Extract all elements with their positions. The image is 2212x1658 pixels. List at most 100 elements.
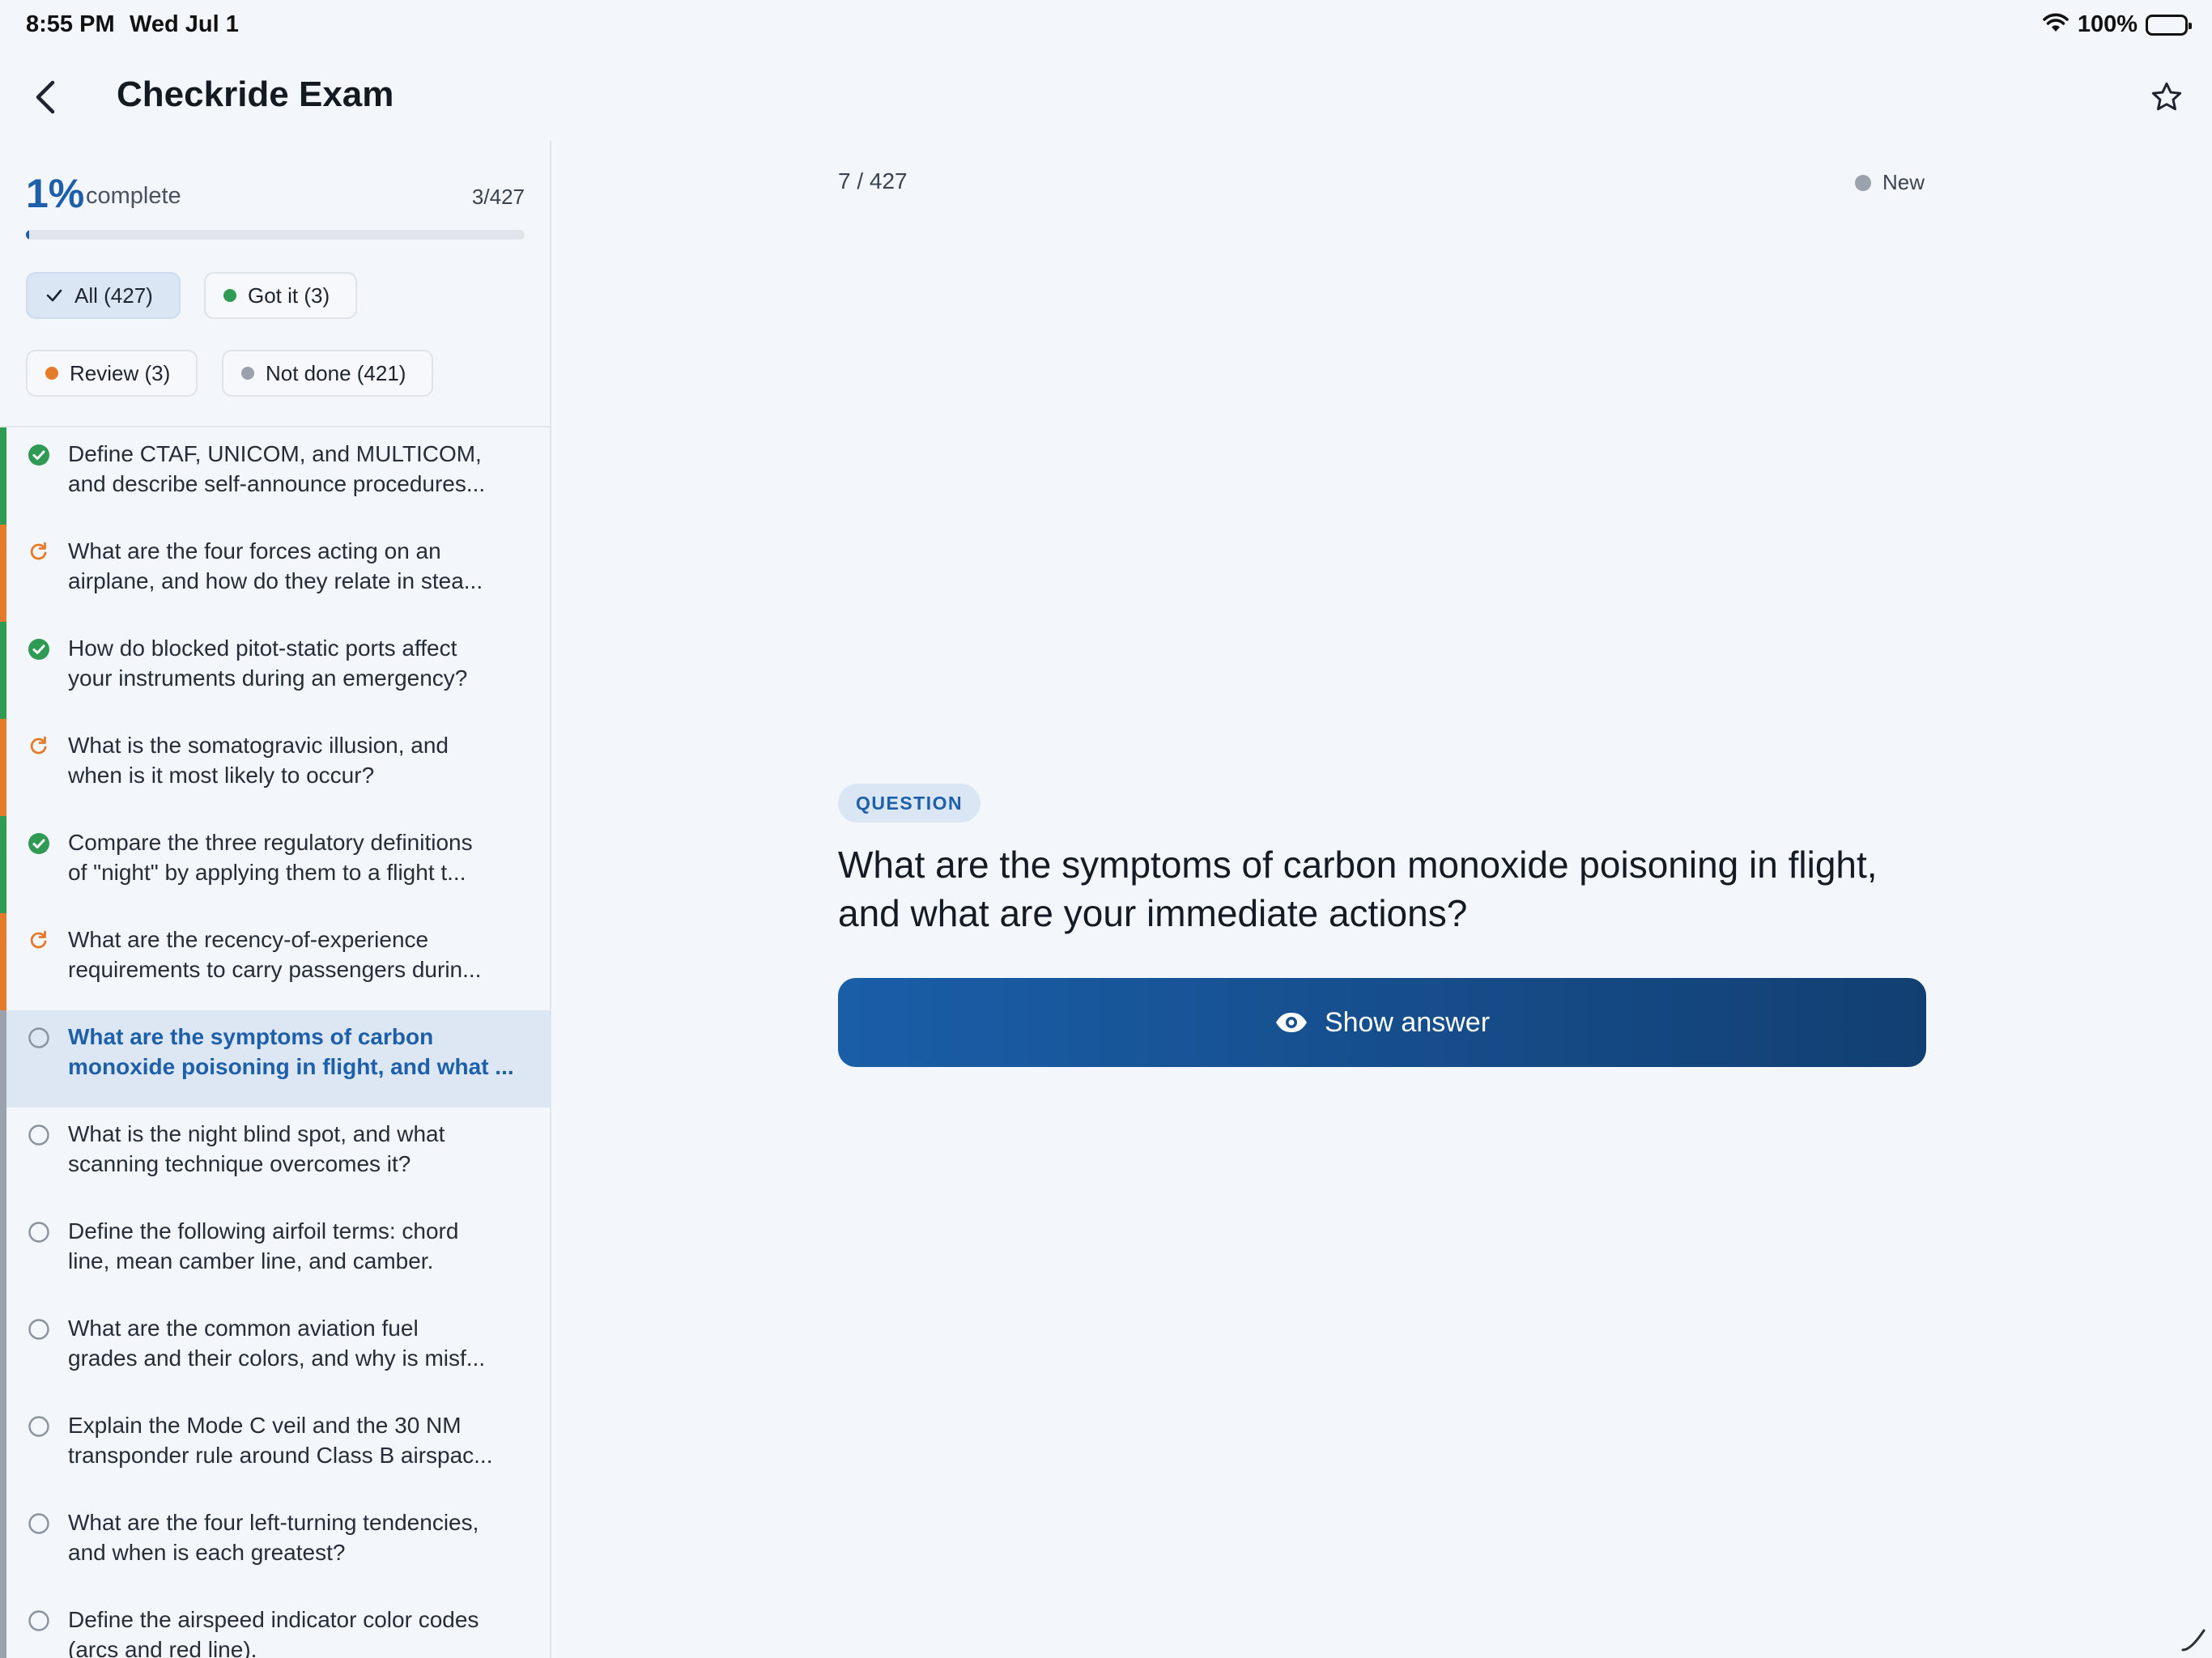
list-item[interactable]: Define CTAF, UNICOM, and MULTICOM, and de… (0, 427, 551, 525)
question-list: Define CTAF, UNICOM, and MULTICOM, and de… (0, 426, 551, 1658)
list-item-line: line, mean camber line, and camber. (68, 1248, 434, 1273)
got-it-dot (223, 289, 236, 302)
status-bar-stripe (0, 1399, 6, 1496)
status-time: 8:55 PM (26, 11, 115, 37)
list-item[interactable]: What is the night blind spot, and what sc… (0, 1107, 551, 1205)
progress-count: 3/427 (471, 185, 525, 209)
empty-circle-icon (28, 1027, 49, 1048)
status-bar-stripe (0, 913, 6, 1010)
list-item-text: Compare the three regulatory definitions… (68, 827, 533, 887)
show-answer-button[interactable]: Show answer (838, 978, 1926, 1067)
status-date: Wed Jul 1 (130, 11, 239, 37)
question-pill: QUESTION (838, 784, 981, 823)
list-item-line: What is the somatogravic illusion, and (68, 733, 449, 758)
page-title: Checkride Exam (117, 74, 394, 114)
list-item-line: Explain the Mode C veil and the 30 NM (68, 1413, 462, 1438)
empty-circle-icon (28, 1124, 49, 1146)
filter-review-label: Review (3) (70, 360, 171, 385)
status-bar-stripe (0, 1010, 6, 1107)
list-item[interactable]: What are the four forces acting on an air… (0, 525, 551, 622)
filter-not-done[interactable]: Not done (421) (222, 350, 434, 397)
list-item-text: What is the somatogravic illusion, and wh… (68, 730, 533, 790)
check-circle-icon (28, 833, 49, 854)
check-circle-icon (28, 639, 49, 660)
list-item-current[interactable]: What are the symptoms of carbon monoxide … (0, 1010, 551, 1107)
refresh-icon (30, 542, 47, 560)
status-badge-label: New (1882, 170, 1925, 194)
status-bar-stripe (0, 427, 6, 525)
back-button[interactable] (24, 76, 66, 118)
new-dot (1855, 174, 1871, 191)
status-right: 100% (2042, 11, 2192, 38)
check-icon (46, 289, 62, 302)
list-item-line: What are the symptoms of carbon (68, 1024, 434, 1049)
list-item[interactable]: What are the common aviation fuel grades … (0, 1302, 551, 1399)
list-item-line: What are the common aviation fuel (68, 1316, 419, 1341)
show-answer-label: Show answer (1324, 1006, 1491, 1038)
list-item[interactable]: How do blocked pitot-static ports affect… (0, 622, 551, 719)
status-bar-stripe (0, 1593, 6, 1658)
status-bar-stripe (0, 1496, 6, 1593)
list-item[interactable]: Explain the Mode C veil and the 30 NM tra… (0, 1399, 551, 1496)
status-bar-stripe (0, 525, 6, 622)
empty-circle-icon (28, 1319, 49, 1340)
star-icon (2151, 82, 2182, 111)
status-badge: New (1855, 170, 1925, 195)
filter-got-it[interactable]: Got it (3) (204, 272, 358, 319)
list-item[interactable]: Define the following airfoil terms: chor… (0, 1205, 551, 1302)
battery-icon (2146, 14, 2192, 36)
empty-circle-icon (28, 1513, 49, 1534)
list-item-text: Define the following airfoil terms: chor… (68, 1216, 533, 1276)
empty-circle-icon (28, 1610, 49, 1631)
list-item-line: What are the four forces acting on an (68, 538, 441, 563)
question-position: 7 / 427 (838, 168, 908, 193)
list-item-text: How do blocked pitot-static ports affect… (68, 633, 533, 693)
list-item[interactable]: What are the four left-turning tendencie… (0, 1496, 551, 1593)
filter-review[interactable]: Review (3) (26, 350, 198, 397)
eye-icon (1275, 1013, 1307, 1032)
list-item-text: What are the recency-of-experience requir… (68, 925, 533, 984)
list-item-line: when is it most likely to occur? (68, 763, 375, 788)
status-bar-stripe (0, 1205, 6, 1302)
not-done-dot (241, 367, 254, 380)
progress-summary: 1% complete 3/427 (26, 170, 525, 219)
list-item-line: airplane, and how do they relate in stea… (68, 568, 483, 593)
list-item-line: What are the four left-turning tendencie… (68, 1510, 479, 1535)
resize-handle-icon (2181, 1629, 2206, 1652)
progress-label: complete (86, 183, 181, 209)
list-item-line: requirements to carry passengers durin..… (68, 957, 482, 982)
list-item-line: transponder rule around Class B airspac.… (68, 1443, 493, 1468)
list-item-text: What are the common aviation fuel grades … (68, 1313, 533, 1373)
chevron-left-icon (36, 80, 55, 114)
filter-all[interactable]: All (427) (26, 272, 181, 319)
list-item-line: What is the night blind spot, and what (68, 1121, 445, 1146)
list-item-line: Define the airspeed indicator color code… (68, 1607, 479, 1632)
list-item-line: Compare the three regulatory definitions (68, 830, 473, 855)
question-text: What are the symptoms of carbon monoxide… (838, 844, 1878, 934)
status-bar-stripe (0, 816, 6, 913)
list-item[interactable]: Compare the three regulatory definitions… (0, 816, 551, 913)
list-item-text: Define the airspeed indicator color code… (68, 1605, 533, 1658)
list-item[interactable]: What are the recency-of-experience requir… (0, 913, 551, 1010)
favorite-button[interactable] (2144, 74, 2189, 120)
status-bar: 8:55 PM Wed Jul 1 100% (0, 0, 2212, 52)
list-item-line: What are the recency-of-experience (68, 927, 429, 952)
status-bar-stripe (0, 622, 6, 719)
filter-got-it-label: Got it (3) (248, 283, 330, 308)
question-sidebar: 1% complete 3/427 All (427) Got it (3) R… (0, 141, 551, 1658)
list-item-line: (arcs and red line). (68, 1637, 257, 1658)
list-item-line: How do blocked pitot-static ports affect (68, 636, 457, 661)
list-item-text: What are the four forces acting on an air… (68, 536, 533, 596)
wifi-icon (2042, 12, 2069, 37)
list-item-line: and describe self-announce procedures... (68, 471, 486, 496)
nav-bar: Checkride Exam (0, 65, 2212, 130)
empty-circle-icon (28, 1416, 49, 1437)
list-item[interactable]: What is the somatogravic illusion, and wh… (0, 719, 551, 816)
status-bar-stripe (0, 1107, 6, 1205)
filter-all-label: All (427) (74, 283, 153, 308)
filter-not-done-label: Not done (421) (266, 360, 406, 385)
list-item-text: What is the night blind spot, and what sc… (68, 1119, 533, 1179)
empty-circle-icon (28, 1222, 49, 1243)
list-item-line: Define the following airfoil terms: chor… (68, 1218, 459, 1244)
list-item[interactable]: Define the airspeed indicator color code… (0, 1593, 551, 1658)
